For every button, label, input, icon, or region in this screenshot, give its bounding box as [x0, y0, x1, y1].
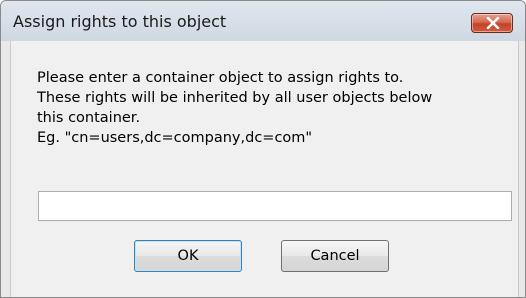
- ok-button[interactable]: OK: [134, 240, 242, 272]
- dialog-body: Please enter a container object to assig…: [10, 41, 519, 297]
- message-line: These rights will be inherited by all us…: [37, 90, 433, 106]
- close-icon: [486, 17, 500, 29]
- message-line: Eg. "cn=users,dc=company,dc=com": [37, 130, 313, 146]
- dialog-window: Assign rights to this object Please ente…: [0, 0, 526, 298]
- container-object-input[interactable]: [38, 191, 512, 221]
- title-bar[interactable]: Assign rights to this object: [1, 1, 525, 41]
- message-line: Please enter a container object to assig…: [37, 70, 404, 86]
- window-title: Assign rights to this object: [13, 12, 227, 31]
- message-line: this container.: [37, 110, 141, 126]
- cancel-button[interactable]: Cancel: [281, 240, 389, 272]
- close-button[interactable]: [471, 13, 513, 33]
